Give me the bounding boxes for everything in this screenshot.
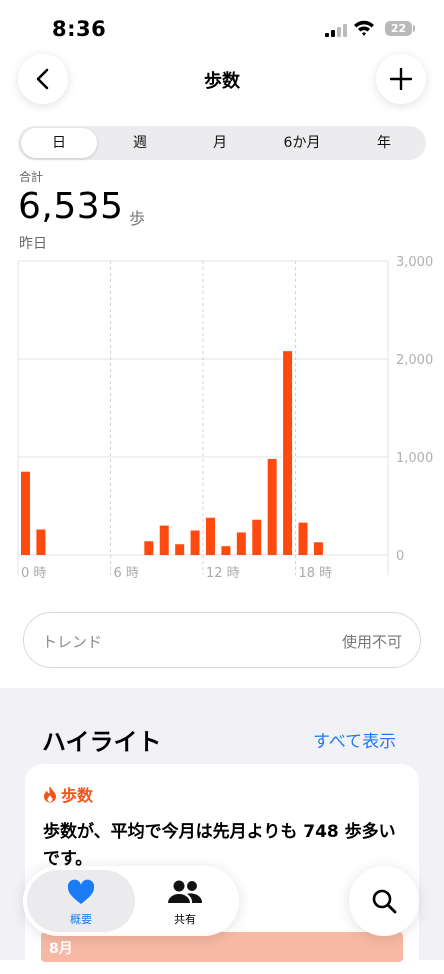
trend-label: トレンド (42, 633, 103, 651)
trend-value: 使用不可 (341, 633, 402, 651)
add-button[interactable] (376, 54, 426, 104)
trend-row[interactable]: トレンド 使用不可 (23, 612, 421, 668)
search-button[interactable] (349, 866, 419, 936)
highlight-text: 歩数が、平均で今月は先月よりも 748 歩多いです。 (43, 822, 396, 869)
chart-bar (236, 532, 246, 555)
highlight-tag: 歩数 (43, 782, 93, 806)
heart-icon (67, 879, 95, 904)
highlight-tag-label: 歩数 (61, 786, 94, 805)
chart-bar (21, 471, 30, 555)
chart-bar (221, 546, 231, 555)
total-steps-value: 6,535 (18, 186, 124, 227)
highlights-title: ハイライト (42, 728, 162, 756)
x-tick-label: 18 時 (299, 566, 333, 581)
steps-bar-chart[interactable]: 3,000 2,000 1,000 0 0 時 6 時 12 時 18 時 (0, 250, 444, 590)
chart-bar (283, 351, 293, 555)
people-icon (168, 880, 203, 903)
segment-year[interactable]: 年 (346, 126, 422, 160)
y-tick-label: 0 (396, 549, 404, 564)
highlight-month-bar: 8月 (41, 932, 403, 962)
y-tick-label: 3,000 (396, 255, 433, 270)
tab-bar: 概要 共有 (23, 866, 239, 936)
segment-week[interactable]: 週 (102, 126, 178, 160)
search-icon (372, 889, 397, 914)
chart-bar (298, 522, 308, 555)
battery-tip (413, 25, 415, 32)
highlight-month-label: 8月 (49, 941, 73, 957)
y-tick-label: 1,000 (396, 451, 433, 466)
total-steps-unit: 歩 (129, 209, 146, 228)
flame-icon (44, 786, 56, 803)
wifi-icon (354, 20, 374, 36)
chart-bar (144, 541, 154, 555)
tab-sharing-label: 共有 (174, 913, 196, 926)
chart-bar (267, 458, 277, 555)
chart-bar (159, 525, 169, 555)
segment-month[interactable]: 月 (182, 126, 258, 160)
x-tick-label: 6 時 (114, 566, 139, 581)
segment-6months[interactable]: 6か月 (262, 126, 342, 160)
show-all-link[interactable]: すべて表示 (313, 727, 396, 752)
chart-bar (313, 542, 323, 555)
x-tick-label: 12 時 (206, 566, 240, 581)
tab-summary[interactable]: 概要 (27, 866, 135, 936)
total-label: 合計 (19, 170, 44, 184)
chart-bar (252, 519, 262, 555)
tab-sharing[interactable]: 共有 (131, 866, 239, 936)
x-tick-label: 0 時 (21, 566, 46, 581)
cellular-signal-icon (325, 24, 347, 37)
plus-icon (390, 68, 412, 90)
chart-bar (206, 517, 215, 555)
segment-day[interactable]: 日 (21, 128, 97, 158)
chart-bar (36, 529, 46, 555)
tab-summary-label: 概要 (70, 913, 92, 926)
y-tick-label: 2,000 (396, 353, 433, 368)
period-segmented-control: 日 週 月 6か月 年 (18, 126, 426, 160)
battery-icon: 22 (385, 21, 412, 36)
chart-bar (175, 544, 185, 555)
status-time: 8:36 (52, 17, 107, 41)
status-bar: 8:36 22 (0, 0, 444, 58)
chart-bar (190, 530, 200, 555)
